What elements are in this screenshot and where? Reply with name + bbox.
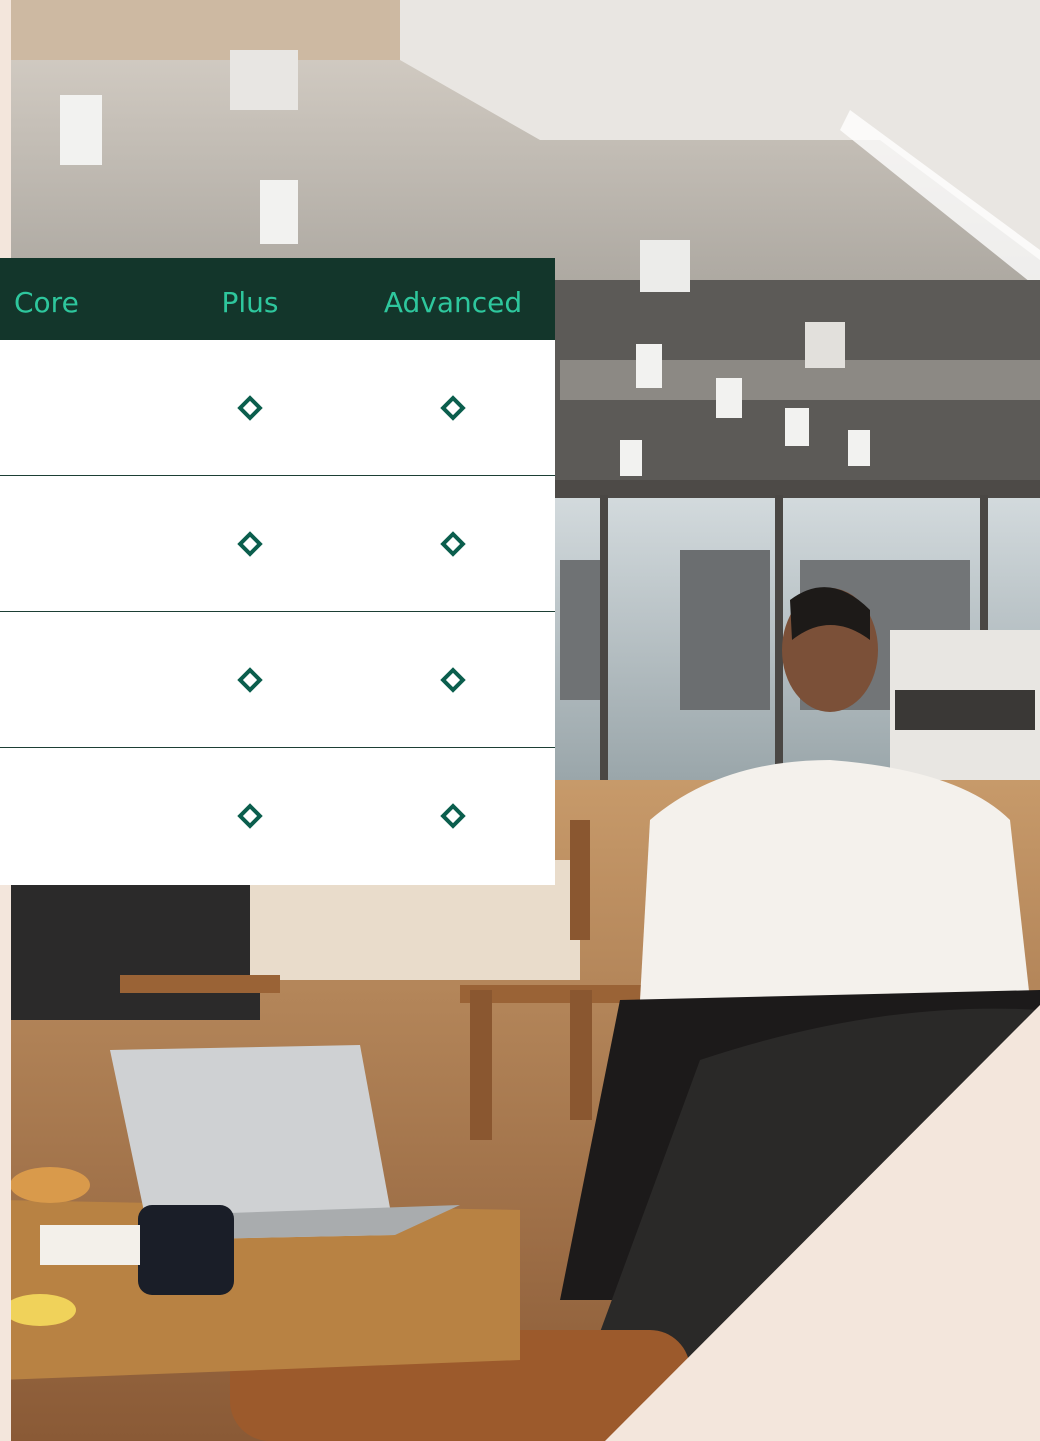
cell-advanced [403, 748, 503, 884]
table-header: Core Plus Advanced [0, 258, 555, 340]
cell-advanced [403, 340, 503, 476]
cell-advanced [403, 612, 503, 748]
table-body [0, 340, 555, 885]
cell-plus [200, 476, 300, 612]
cell-plus [200, 612, 300, 748]
table-row [0, 476, 555, 612]
cell-plus [200, 748, 300, 884]
check-diamond-icon [237, 531, 263, 557]
check-diamond-icon [440, 395, 466, 421]
check-diamond-icon [237, 803, 263, 829]
table-row [0, 340, 555, 476]
plan-comparison-table: Core Plus Advanced [0, 258, 555, 885]
column-header-advanced: Advanced [383, 286, 523, 319]
check-diamond-icon [440, 667, 466, 693]
cell-advanced [403, 476, 503, 612]
check-diamond-icon [237, 667, 263, 693]
check-diamond-icon [440, 531, 466, 557]
table-row [0, 748, 555, 885]
check-diamond-icon [440, 803, 466, 829]
check-diamond-icon [237, 395, 263, 421]
table-row [0, 612, 555, 748]
cell-plus [200, 340, 300, 476]
